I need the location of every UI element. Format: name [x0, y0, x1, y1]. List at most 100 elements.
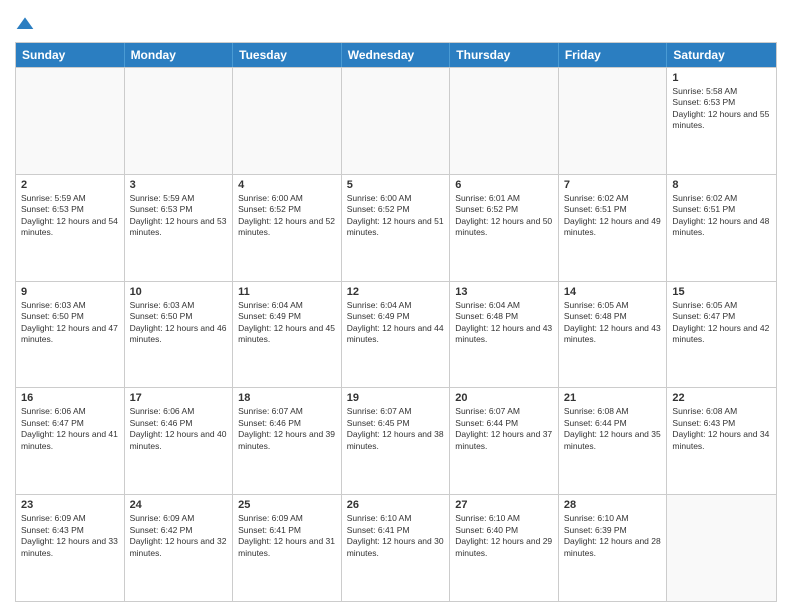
weekday-header: Sunday: [16, 43, 125, 67]
calendar-cell: 21 Sunrise: 6:08 AM Sunset: 6:44 PM Dayli…: [559, 388, 668, 494]
day-number: 3: [130, 179, 228, 191]
day-number: 5: [347, 179, 445, 191]
cell-info: Sunrise: 6:04 AM Sunset: 6:49 PM Dayligh…: [347, 300, 445, 346]
day-number: 13: [455, 286, 553, 298]
calendar-row: 23 Sunrise: 6:09 AM Sunset: 6:43 PM Dayli…: [16, 494, 776, 601]
weekday-header: Friday: [559, 43, 668, 67]
calendar-row: 1Sunrise: 5:58 AM Sunset: 6:53 PM Daylig…: [16, 67, 776, 174]
day-number: 8: [672, 179, 771, 191]
cell-info: Sunrise: 6:10 AM Sunset: 6:39 PM Dayligh…: [564, 513, 662, 559]
cell-info: Sunrise: 6:02 AM Sunset: 6:51 PM Dayligh…: [672, 193, 771, 239]
calendar-cell: 4 Sunrise: 6:00 AM Sunset: 6:52 PM Daylig…: [233, 175, 342, 281]
day-number: 27: [455, 499, 553, 511]
calendar-cell: [233, 68, 342, 174]
logo: [15, 14, 39, 34]
cell-info: Sunrise: 6:10 AM Sunset: 6:40 PM Dayligh…: [455, 513, 553, 559]
calendar-cell: 12 Sunrise: 6:04 AM Sunset: 6:49 PM Dayli…: [342, 282, 451, 388]
logo-icon: [15, 14, 35, 34]
calendar-cell: [342, 68, 451, 174]
day-number: 14: [564, 286, 662, 298]
calendar-cell: 25Sunrise: 6:09 AM Sunset: 6:41 PM Dayli…: [233, 495, 342, 601]
calendar-cell: 7Sunrise: 6:02 AM Sunset: 6:51 PM Daylig…: [559, 175, 668, 281]
calendar-cell: 1Sunrise: 5:58 AM Sunset: 6:53 PM Daylig…: [667, 68, 776, 174]
calendar-header: SundayMondayTuesdayWednesdayThursdayFrid…: [16, 43, 776, 67]
calendar-cell: 15 Sunrise: 6:05 AM Sunset: 6:47 PM Dayli…: [667, 282, 776, 388]
calendar-cell: 5 Sunrise: 6:00 AM Sunset: 6:52 PM Daylig…: [342, 175, 451, 281]
cell-info: Sunrise: 6:03 AM Sunset: 6:50 PM Dayligh…: [21, 300, 119, 346]
calendar-row: 9Sunrise: 6:03 AM Sunset: 6:50 PM Daylig…: [16, 281, 776, 388]
calendar-cell: 2 Sunrise: 5:59 AM Sunset: 6:53 PM Daylig…: [16, 175, 125, 281]
cell-info: Sunrise: 6:00 AM Sunset: 6:52 PM Dayligh…: [238, 193, 336, 239]
calendar-cell: [559, 68, 668, 174]
calendar-cell: 8 Sunrise: 6:02 AM Sunset: 6:51 PM Daylig…: [667, 175, 776, 281]
calendar-cell: 3 Sunrise: 5:59 AM Sunset: 6:53 PM Daylig…: [125, 175, 234, 281]
day-number: 21: [564, 392, 662, 404]
cell-info: Sunrise: 5:58 AM Sunset: 6:53 PM Dayligh…: [672, 86, 771, 132]
cell-info: Sunrise: 6:05 AM Sunset: 6:48 PM Dayligh…: [564, 300, 662, 346]
calendar-cell: 24 Sunrise: 6:09 AM Sunset: 6:42 PM Dayli…: [125, 495, 234, 601]
cell-info: Sunrise: 5:59 AM Sunset: 6:53 PM Dayligh…: [130, 193, 228, 239]
cell-info: Sunrise: 6:09 AM Sunset: 6:42 PM Dayligh…: [130, 513, 228, 559]
calendar-cell: 11 Sunrise: 6:04 AM Sunset: 6:49 PM Dayli…: [233, 282, 342, 388]
day-number: 19: [347, 392, 445, 404]
cell-info: Sunrise: 6:09 AM Sunset: 6:43 PM Dayligh…: [21, 513, 119, 559]
cell-info: Sunrise: 6:06 AM Sunset: 6:46 PM Dayligh…: [130, 406, 228, 452]
calendar: SundayMondayTuesdayWednesdayThursdayFrid…: [15, 42, 777, 602]
day-number: 4: [238, 179, 336, 191]
calendar-body: 1Sunrise: 5:58 AM Sunset: 6:53 PM Daylig…: [16, 67, 776, 601]
calendar-cell: 14 Sunrise: 6:05 AM Sunset: 6:48 PM Dayli…: [559, 282, 668, 388]
calendar-cell: [16, 68, 125, 174]
weekday-header: Tuesday: [233, 43, 342, 67]
day-number: 23: [21, 499, 119, 511]
day-number: 17: [130, 392, 228, 404]
day-number: 28: [564, 499, 662, 511]
calendar-cell: 10 Sunrise: 6:03 AM Sunset: 6:50 PM Dayli…: [125, 282, 234, 388]
cell-info: Sunrise: 6:07 AM Sunset: 6:46 PM Dayligh…: [238, 406, 336, 452]
weekday-header: Thursday: [450, 43, 559, 67]
cell-info: Sunrise: 6:06 AM Sunset: 6:47 PM Dayligh…: [21, 406, 119, 452]
calendar-cell: [125, 68, 234, 174]
calendar-cell: 13 Sunrise: 6:04 AM Sunset: 6:48 PM Dayli…: [450, 282, 559, 388]
calendar-cell: 22 Sunrise: 6:08 AM Sunset: 6:43 PM Dayli…: [667, 388, 776, 494]
day-number: 2: [21, 179, 119, 191]
cell-info: Sunrise: 6:05 AM Sunset: 6:47 PM Dayligh…: [672, 300, 771, 346]
day-number: 24: [130, 499, 228, 511]
cell-info: Sunrise: 5:59 AM Sunset: 6:53 PM Dayligh…: [21, 193, 119, 239]
calendar-cell: 17 Sunrise: 6:06 AM Sunset: 6:46 PM Dayli…: [125, 388, 234, 494]
calendar-cell: 18 Sunrise: 6:07 AM Sunset: 6:46 PM Dayli…: [233, 388, 342, 494]
cell-info: Sunrise: 6:03 AM Sunset: 6:50 PM Dayligh…: [130, 300, 228, 346]
day-number: 26: [347, 499, 445, 511]
cell-info: Sunrise: 6:04 AM Sunset: 6:48 PM Dayligh…: [455, 300, 553, 346]
day-number: 16: [21, 392, 119, 404]
calendar-cell: 6Sunrise: 6:01 AM Sunset: 6:52 PM Daylig…: [450, 175, 559, 281]
calendar-cell: 28 Sunrise: 6:10 AM Sunset: 6:39 PM Dayli…: [559, 495, 668, 601]
calendar-cell: 23 Sunrise: 6:09 AM Sunset: 6:43 PM Dayli…: [16, 495, 125, 601]
cell-info: Sunrise: 6:08 AM Sunset: 6:44 PM Dayligh…: [564, 406, 662, 452]
day-number: 10: [130, 286, 228, 298]
cell-info: Sunrise: 6:00 AM Sunset: 6:52 PM Dayligh…: [347, 193, 445, 239]
header: [15, 10, 777, 34]
calendar-cell: 9Sunrise: 6:03 AM Sunset: 6:50 PM Daylig…: [16, 282, 125, 388]
calendar-cell: [450, 68, 559, 174]
calendar-row: 16 Sunrise: 6:06 AM Sunset: 6:47 PM Dayli…: [16, 387, 776, 494]
weekday-header: Saturday: [667, 43, 776, 67]
cell-info: Sunrise: 6:07 AM Sunset: 6:45 PM Dayligh…: [347, 406, 445, 452]
day-number: 20: [455, 392, 553, 404]
day-number: 18: [238, 392, 336, 404]
day-number: 25: [238, 499, 336, 511]
day-number: 6: [455, 179, 553, 191]
calendar-cell: 27 Sunrise: 6:10 AM Sunset: 6:40 PM Dayli…: [450, 495, 559, 601]
day-number: 22: [672, 392, 771, 404]
calendar-cell: [667, 495, 776, 601]
cell-info: Sunrise: 6:04 AM Sunset: 6:49 PM Dayligh…: [238, 300, 336, 346]
day-number: 12: [347, 286, 445, 298]
calendar-cell: 16 Sunrise: 6:06 AM Sunset: 6:47 PM Dayli…: [16, 388, 125, 494]
day-number: 7: [564, 179, 662, 191]
calendar-cell: 20Sunrise: 6:07 AM Sunset: 6:44 PM Dayli…: [450, 388, 559, 494]
calendar-cell: 19 Sunrise: 6:07 AM Sunset: 6:45 PM Dayli…: [342, 388, 451, 494]
cell-info: Sunrise: 6:08 AM Sunset: 6:43 PM Dayligh…: [672, 406, 771, 452]
day-number: 15: [672, 286, 771, 298]
weekday-header: Monday: [125, 43, 234, 67]
cell-info: Sunrise: 6:10 AM Sunset: 6:41 PM Dayligh…: [347, 513, 445, 559]
day-number: 11: [238, 286, 336, 298]
